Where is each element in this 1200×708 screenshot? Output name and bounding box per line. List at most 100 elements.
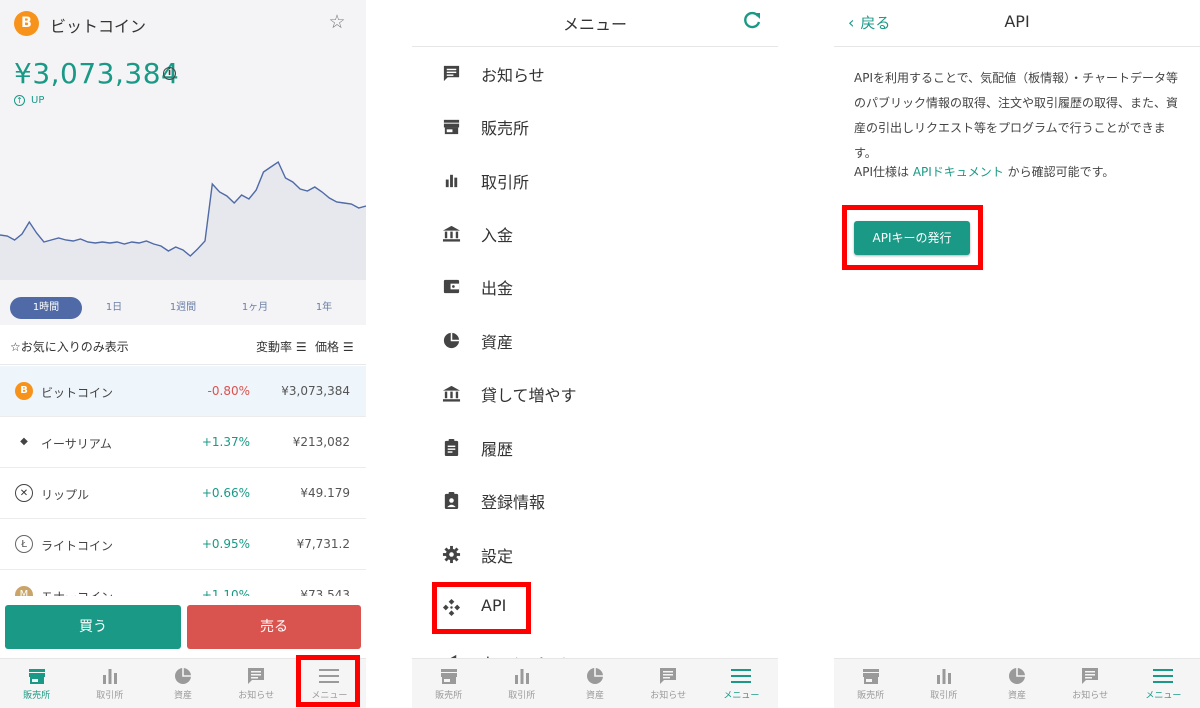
range-1w[interactable]: 1週間 [160,297,206,319]
nav-label: 資産 [174,690,193,701]
range-1y[interactable]: 1年 [304,297,344,319]
menu-label: 登録情報 [481,493,546,512]
nav-store[interactable]: 販売所 [834,659,907,708]
sort-by-price-button[interactable]: 価格 ☰ [315,338,354,355]
menu-label: 入金 [481,226,514,245]
menu-label: 履歴 [481,440,514,459]
range-1d[interactable]: 1日 [94,297,134,319]
coin-change: +1.37% [201,435,250,449]
coin-row-ripple[interactable]: ✕ リップル +0.66% ¥49.179 [0,468,366,519]
buy-button[interactable]: 買う [5,605,181,649]
sort-by-change-button[interactable]: 変動率 ☰ [256,338,307,355]
coin-change: -0.80% [207,384,250,398]
bottom-nav: 販売所 取引所 資産 お知らせ メニュー [834,658,1200,708]
range-1m[interactable]: 1ヶ月 [232,297,278,319]
coin-price: ¥213,082 [292,435,350,449]
pie-chart-icon [1009,667,1025,684]
menu-item-news[interactable]: お知らせ [412,47,778,100]
favorite-star-icon[interactable]: ☆ [326,11,348,33]
nav-news[interactable]: お知らせ [632,659,705,708]
coin-name: モナーコイン [41,588,113,596]
trend-indicator: ↑ UP [14,95,44,106]
arrow-up-icon: ↑ [14,95,25,106]
menu-item-assets[interactable]: 資産 [412,314,778,367]
page-title: API [1004,12,1030,31]
coin-row-ethereum[interactable]: ◆ イーサリアム +1.37% ¥213,082 [0,417,366,468]
pie-chart-icon [443,332,460,349]
menu-item-settings[interactable]: 設定 [412,528,778,581]
coin-name: リップル [41,488,90,502]
menu-item-account-info[interactable]: 登録情報 [412,474,778,527]
api-description: APIを利用することで、気配値（板情報）・チャートデータ等のパブリック情報の取得… [854,71,1179,160]
nav-label: お知らせ [1072,690,1109,701]
nav-exchange[interactable]: 取引所 [907,659,980,708]
api-spec-text: API仕様は APIドキュメント から確認可能です。 [854,160,1114,185]
range-1h[interactable]: 1時間 [10,297,82,319]
coin-row-litecoin[interactable]: Ł ライトコイン +0.95% ¥7,731.2 [0,519,366,570]
spec-prefix: API仕様は [854,165,913,179]
highlight-box-menu [296,655,360,707]
nav-store[interactable]: 販売所 [412,659,485,708]
bar-chart-icon [102,668,117,684]
nav-label: 取引所 [96,690,124,701]
refresh-icon[interactable] [742,11,762,31]
coin-name: ライトコイン [41,539,114,553]
menu-item-store[interactable]: 販売所 [412,100,778,153]
menu-item-withdraw[interactable]: 出金 [412,260,778,313]
coin-row-bitcoin[interactable]: B ビットコイン -0.80% ¥3,073,384 [0,366,366,417]
menu-item-history[interactable]: 履歴 [412,421,778,474]
menu-item-lending[interactable]: 貸して増やす [412,367,778,420]
menu-header: メニュー [412,0,778,47]
message-icon [248,667,265,684]
store-icon [862,668,879,684]
coin-name: ビットコイン [41,386,114,400]
nav-store[interactable]: 販売所 [0,659,73,708]
nav-news[interactable]: お知らせ [220,659,293,708]
range-selector: 1時間 1日 1週間 1ヶ月 1年 [0,297,366,319]
nav-label: 販売所 [23,690,51,701]
pie-chart-icon [587,667,603,684]
coin-change: +0.66% [201,486,250,500]
clipboard-icon [444,438,459,457]
nav-assets[interactable]: 資産 [558,659,631,708]
menu-label: 貸して増やす [481,386,577,405]
nav-assets[interactable]: 資産 [146,659,219,708]
menu-label: 販売所 [481,119,530,138]
coin-change: +0.95% [201,537,250,551]
favorites-only-toggle[interactable]: ☆お気に入りのみ表示 [10,338,129,355]
nav-label: 販売所 [857,690,885,701]
menu-screen: メニュー お知らせ 販売所 取引所 入金 出金 資産 貸して増やす 履歴 登録情 [412,0,778,708]
nav-label: 資産 [586,690,605,701]
nav-exchange[interactable]: 取引所 [485,659,558,708]
coin-change: +1.10% [201,588,250,596]
nav-menu[interactable]: メニュー [1127,659,1200,708]
message-icon [660,667,677,684]
menu-item-deposit[interactable]: 入金 [412,207,778,260]
api-docs-link[interactable]: APIドキュメント [913,165,1004,179]
menu-item-exchange[interactable]: 取引所 [412,154,778,207]
bar-chart-icon [936,668,951,684]
bank-icon [442,385,461,402]
nav-news[interactable]: お知らせ [1054,659,1127,708]
coin-row-monacoin[interactable]: M モナーコイン +1.10% ¥73.543 [0,570,366,596]
nav-label: お知らせ [650,690,687,701]
nav-menu[interactable]: メニュー [705,659,778,708]
bitcoin-icon: B [15,382,33,400]
current-price: ¥3,073,384 [14,57,180,90]
api-header: ‹ 戻る API [834,0,1200,47]
sell-button[interactable]: 売る [187,605,361,649]
gear-icon [442,545,461,564]
nav-label: 販売所 [435,690,463,701]
chart-area [0,162,366,280]
nav-label: 取引所 [930,690,958,701]
nav-assets[interactable]: 資産 [980,659,1053,708]
info-icon[interactable]: i [163,67,176,80]
bar-chart-icon [514,668,529,684]
nav-exchange[interactable]: 取引所 [73,659,146,708]
market-screen: B ビットコイン ☆ ¥3,073,384 i ↑ UP 1時間 1日 1週間 … [0,0,366,708]
coin-price: ¥49.179 [300,486,350,500]
ethereum-icon: ◆ [20,436,28,447]
list-filter-bar: ☆お気に入りのみ表示 変動率 ☰ 価格 ☰ [0,325,366,365]
page-title: ビットコイン [50,17,147,36]
message-icon [1082,667,1099,684]
